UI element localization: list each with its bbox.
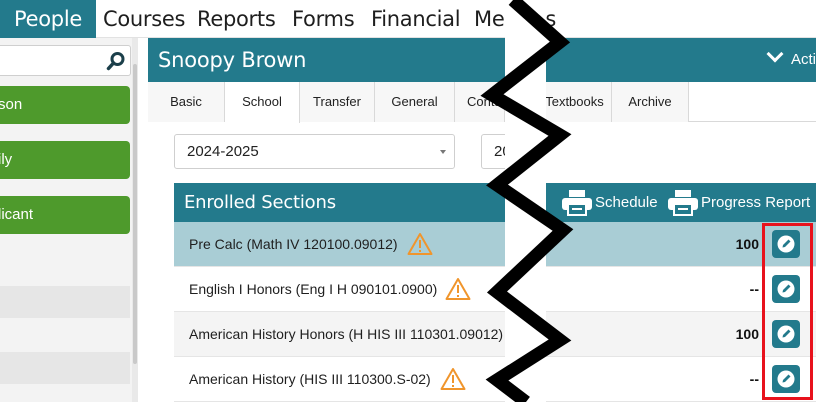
tab-contacts[interactable]: Conta <box>455 82 505 122</box>
progress-report-label: Progress Report <box>701 194 811 211</box>
print-schedule-button[interactable]: Schedule <box>561 183 661 222</box>
person-header: Snoopy Brown Acti <box>148 38 816 82</box>
scrollbar-thumb[interactable] <box>133 64 137 364</box>
nav-financial[interactable]: Financial <box>371 0 461 38</box>
enrolled-sections-header: Enrolled Sections Schedule Progress Repo… <box>174 183 816 222</box>
tab-general[interactable]: General <box>375 82 455 122</box>
nav-forms[interactable]: Forms <box>292 0 355 38</box>
warning-icon <box>407 233 433 255</box>
grade-value: -- <box>749 371 759 387</box>
grade-value: 100 <box>735 326 759 342</box>
schedule-label: Schedule <box>595 194 658 211</box>
actions-menu[interactable]: Acti <box>766 38 816 82</box>
sidebar-section-2[interactable] <box>0 352 130 384</box>
section-name[interactable]: American History Honors (H HIS III 11030… <box>189 312 503 357</box>
warning-icon <box>445 278 471 300</box>
warning-icon <box>440 368 466 390</box>
table-row[interactable]: American History (HIS III 110300.S-02) -… <box>174 357 816 402</box>
term-select[interactable]: 20 <box>481 134 521 169</box>
person-tabs: Basic School Transfer General Conta Text… <box>148 82 816 123</box>
nav-more-left[interactable]: Me <box>474 0 505 38</box>
add-person-button[interactable]: son <box>0 86 130 124</box>
tab-archive[interactable]: Archive <box>612 82 689 122</box>
school-year-select[interactable]: 2024-2025 <box>174 134 455 169</box>
grade-value: 100 <box>735 236 759 252</box>
nav-more-right[interactable]: rs <box>537 0 556 38</box>
printer-icon <box>562 190 592 216</box>
edit-buttons-highlight <box>762 223 813 400</box>
table-row[interactable]: Pre Calc (Math IV 120100.09012) 100 <box>174 222 816 267</box>
section-name[interactable]: American History (HIS III 110300.S-02) <box>189 357 431 402</box>
enrolled-sections-title: Enrolled Sections <box>184 192 336 213</box>
top-navigation: People Courses Reports Forms Financial M… <box>0 0 816 38</box>
printer-icon <box>668 190 698 216</box>
tab-transfer[interactable]: Transfer <box>300 82 375 122</box>
dropdown-caret-icon <box>440 150 446 154</box>
tab-textbooks[interactable]: Textbooks <box>538 82 612 122</box>
table-row[interactable]: English I Honors (Eng I H 090101.0900) -… <box>174 267 816 312</box>
nav-reports[interactable]: Reports <box>197 0 276 38</box>
person-name: Snoopy Brown <box>158 48 307 72</box>
add-applicant-button[interactable]: licant <box>0 196 130 234</box>
sidebar-section-1[interactable] <box>0 286 130 318</box>
grade-value: -- <box>749 281 759 297</box>
search-icon[interactable] <box>106 51 126 71</box>
table-row[interactable]: American History Honors (H HIS III 11030… <box>174 312 816 357</box>
add-family-button[interactable]: ily <box>0 141 130 179</box>
chevron-down-icon <box>766 45 784 63</box>
nav-people[interactable]: People <box>0 0 96 38</box>
nav-courses[interactable]: Courses <box>103 0 185 38</box>
section-name[interactable]: Pre Calc (Math IV 120100.09012) <box>189 222 398 267</box>
actions-label: Acti <box>790 51 816 68</box>
section-name[interactable]: English I Honors (Eng I H 090101.0900) <box>189 267 437 312</box>
tab-school[interactable]: School <box>225 82 300 123</box>
progress-report-button[interactable]: Progress Report <box>667 183 816 222</box>
left-sidebar: son ily licant <box>0 38 138 402</box>
term-value: 20 <box>494 143 511 160</box>
school-year-value: 2024-2025 <box>187 143 259 160</box>
tab-basic[interactable]: Basic <box>148 82 225 122</box>
search-input[interactable] <box>0 45 131 76</box>
sidebar-scrollbar[interactable] <box>132 38 138 402</box>
